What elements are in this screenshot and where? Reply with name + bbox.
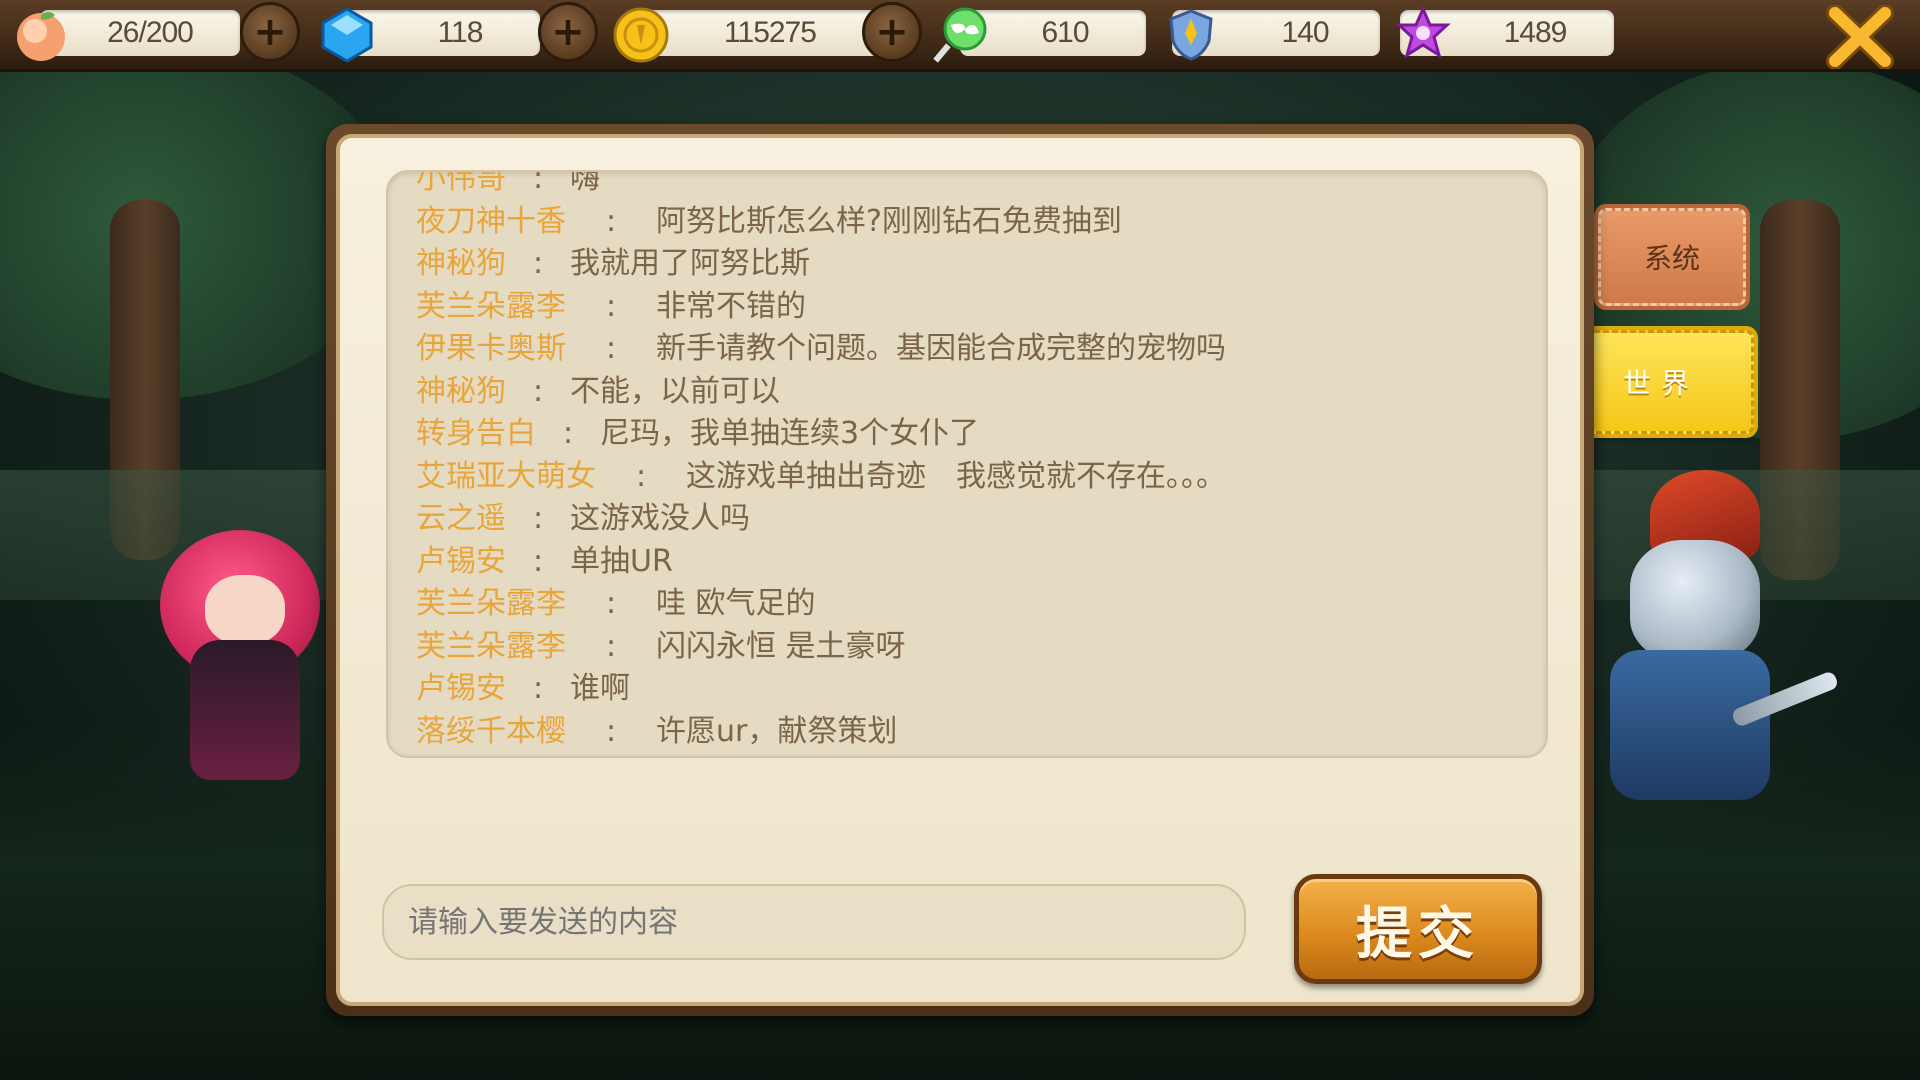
chat-message-text: 这游戏没人吗 <box>570 501 750 536</box>
chat-message: 转身告白: 尼玛，我单抽连续3个女仆了 <box>416 413 1486 456</box>
chat-separator: : <box>532 246 544 281</box>
chat-sender-name[interactable]: 卢锡安 <box>416 671 506 706</box>
tab-system[interactable]: 系统 <box>1598 208 1746 306</box>
chat-message-area[interactable]: 小伟哥: 嗨夜刀神十香: 阿努比斯怎么样?刚刚钻石免费抽到 神秘狗: 我就用了阿努比斯芙… <box>386 170 1548 758</box>
chat-message: 芙兰朵露李: 闪闪永恒 是土豪呀 <box>416 626 1486 669</box>
chat-separator: : <box>635 458 647 494</box>
chat-message-text: 哇 欧气足的 <box>656 586 816 621</box>
chat-message: 卢锡安: 谁啊 <box>416 668 1486 711</box>
stamina-value: 26/200 <box>107 16 194 49</box>
tab-world[interactable]: 世界 <box>1568 330 1754 434</box>
chat-message: 芙兰朵露李: 哇 欧气足的 <box>416 583 1486 626</box>
chat-sender-name[interactable]: 夜刀神十香 <box>416 204 566 239</box>
chat-message-text: 这游戏单抽出奇迹 我感觉就不存在。。。 <box>686 458 1226 494</box>
chat-message-text: 闪闪永恒 是土豪呀 <box>656 628 906 664</box>
tab-world-label: 世界 <box>1622 367 1699 400</box>
chat-message-text: 尼玛，我单抽连续3个女仆了 <box>600 416 980 451</box>
chat-sender-name[interactable]: 芙兰朵露李 <box>416 289 566 324</box>
chat-message: 神秘狗: 不能，以前可以 <box>416 371 1486 414</box>
chat-separator: : <box>605 288 617 324</box>
close-icon <box>1826 5 1894 69</box>
tab-system-label: 系统 <box>1643 242 1700 275</box>
chat-message: 云之遥: 这游戏没人吗 <box>416 498 1486 541</box>
chat-message: 神秘狗: 我就用了阿努比斯 <box>416 243 1486 286</box>
submit-button-label: 提交 <box>1356 901 1480 967</box>
gold-coin-icon <box>610 4 672 66</box>
chat-sender-name[interactable]: 落绥千本樱 <box>416 714 566 749</box>
chat-sender-name[interactable]: 神秘狗 <box>416 374 506 409</box>
chat-message: 艾瑞亚大萌女: 这游戏单抽出奇迹 我感觉就不存在。。。 <box>416 456 1486 499</box>
add-gold-button[interactable]: + <box>862 2 922 62</box>
candy-value: 610 <box>1041 16 1089 49</box>
chat-panel: 小伟哥: 嗨夜刀神十香: 阿努比斯怎么样?刚刚钻石免费抽到 神秘狗: 我就用了阿努比斯芙… <box>326 124 1594 1016</box>
badge-value: 140 <box>1281 16 1329 49</box>
lollipop-icon <box>930 4 992 66</box>
chat-panel-body: 小伟哥: 嗨夜刀神十香: 阿努比斯怎么样?刚刚钻石免费抽到 神秘狗: 我就用了阿努比斯芙… <box>336 134 1584 1006</box>
chat-separator: : <box>605 331 617 366</box>
chat-separator: : <box>605 586 617 621</box>
gold-value: 115275 <box>724 16 817 49</box>
chat-message-text: 嗨 <box>570 170 600 196</box>
chat-message-text: 不能，以前可以 <box>570 373 780 409</box>
chat-message: 小伟哥: 嗨 <box>416 170 1486 201</box>
chat-message: 夜刀神十香: 阿努比斯怎么样?刚刚钻石免费抽到 <box>416 201 1486 244</box>
chat-sender-name[interactable]: 芙兰朵露李 <box>416 586 566 621</box>
chat-separator: : <box>605 713 617 749</box>
chat-message-list: 小伟哥: 嗨夜刀神十香: 阿努比斯怎么样?刚刚钻石免费抽到 神秘狗: 我就用了阿努比斯芙… <box>416 170 1486 754</box>
chat-sender-name[interactable]: 转身告白 <box>416 416 536 451</box>
chat-separator: : <box>532 671 544 706</box>
chat-message-text: 许愿ur，献祭策划 <box>656 713 898 749</box>
chat-separator: : <box>562 416 574 451</box>
chat-separator: : <box>605 203 617 239</box>
star-value: 1489 <box>1503 16 1568 49</box>
purple-star-icon <box>1392 4 1454 66</box>
chat-separator: : <box>532 170 544 196</box>
add-gems-button[interactable]: + <box>538 2 598 62</box>
submit-button[interactable]: 提交 <box>1294 874 1542 984</box>
chat-message: 落绥千本樱: 许愿ur，献祭策划 <box>416 711 1486 754</box>
chat-sender-name[interactable]: 神秘狗 <box>416 246 506 281</box>
chat-separator: : <box>532 543 544 579</box>
chat-message-text: 我就用了阿努比斯 <box>570 246 810 281</box>
blue-gem-icon <box>316 4 378 66</box>
chat-sender-name[interactable]: 卢锡安 <box>416 544 506 579</box>
chat-message: 伊果卡奥斯: 新手请教个问题。基因能合成完整的宠物吗 <box>416 328 1486 371</box>
gem-value: 118 <box>437 16 484 49</box>
chat-message-text: 谁啊 <box>570 671 630 706</box>
peach-icon <box>10 4 72 66</box>
chat-sender-name[interactable]: 伊果卡奥斯 <box>416 331 566 366</box>
chat-sender-name[interactable]: 艾瑞亚大萌女 <box>416 459 596 494</box>
chat-sender-name[interactable]: 芙兰朵露李 <box>416 629 566 664</box>
chat-separator: : <box>532 501 544 536</box>
chat-message-text: 新手请教个问题。基因能合成完整的宠物吗 <box>656 331 1226 366</box>
chat-separator: : <box>532 373 544 409</box>
chat-message-text: 单抽UR <box>570 543 673 579</box>
shield-badge-icon <box>1160 4 1222 66</box>
close-button[interactable] <box>1820 2 1900 72</box>
chat-message-text: 非常不错的 <box>656 288 806 324</box>
add-stamina-button[interactable]: + <box>240 2 300 62</box>
chat-message: 芙兰朵露李: 非常不错的 <box>416 286 1486 329</box>
resource-bar: 26/200 + 118 + 115275 + 610 140 1489 <box>0 0 1920 72</box>
chat-sender-name[interactable]: 小伟哥 <box>416 172 506 196</box>
chat-separator: : <box>605 628 617 664</box>
chat-message: 卢锡安: 单抽UR <box>416 541 1486 584</box>
chat-input[interactable] <box>382 884 1246 960</box>
chat-message-text: 阿努比斯怎么样?刚刚钻石免费抽到 <box>656 203 1122 239</box>
chat-sender-name[interactable]: 云之遥 <box>416 501 506 536</box>
